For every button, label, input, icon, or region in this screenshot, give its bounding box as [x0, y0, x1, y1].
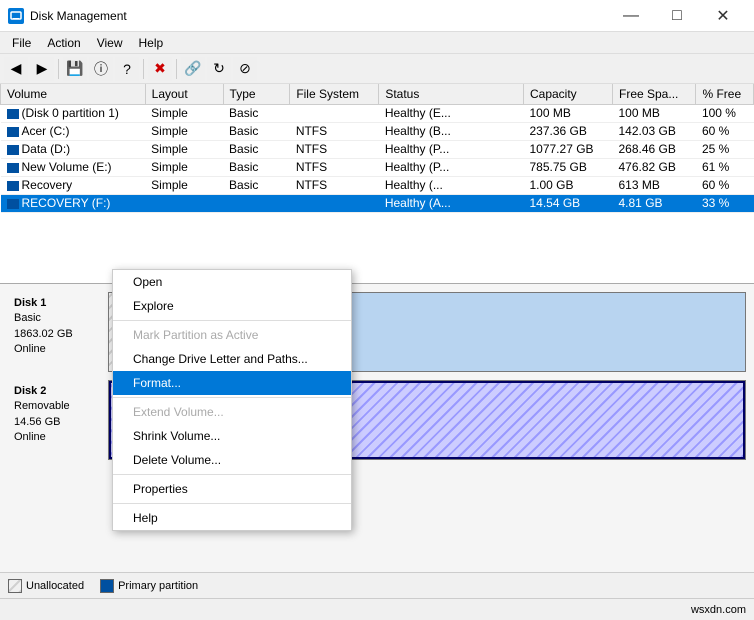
tb-cancel[interactable]: ⊘ [233, 57, 257, 81]
table-area: Volume Layout Type File System Status Ca… [0, 84, 754, 284]
tb-refresh[interactable]: ↻ [207, 57, 231, 81]
tb-help[interactable]: ? [115, 57, 139, 81]
col-header-layout[interactable]: Layout [145, 84, 223, 104]
menu-bar: File Action View Help [0, 32, 754, 54]
legend-bar: Unallocated Primary partition [0, 572, 754, 598]
tb-back[interactable]: ◀ [4, 57, 28, 81]
col-header-type[interactable]: Type [223, 84, 290, 104]
context-menu-separator [113, 320, 351, 321]
table-row[interactable]: RecoverySimpleBasicNTFSHealthy (...1.00 … [1, 176, 754, 194]
app-icon [8, 8, 24, 24]
legend-unalloc-box [8, 579, 22, 593]
tb-delete[interactable]: ✖ [148, 57, 172, 81]
tb-properties[interactable]: ⓘ [89, 57, 113, 81]
col-header-pctfree[interactable]: % Free [696, 84, 754, 104]
col-header-volume[interactable]: Volume [1, 84, 146, 104]
context-menu-item[interactable]: Open [113, 270, 351, 294]
toolbar: ◀ ▶ 💾 ⓘ ? ✖ 🔗 ↻ ⊘ [0, 54, 754, 84]
context-menu-item[interactable]: Properties [113, 477, 351, 501]
context-menu-item[interactable]: Delete Volume... [113, 448, 351, 472]
legend-unallocated: Unallocated [8, 579, 84, 593]
col-header-freespace[interactable]: Free Spa... [613, 84, 696, 104]
menu-view[interactable]: View [89, 34, 131, 52]
context-menu-item: Extend Volume... [113, 400, 351, 424]
legend-primary: Primary partition [100, 579, 198, 593]
menu-file[interactable]: File [4, 34, 39, 52]
tb-forward[interactable]: ▶ [30, 57, 54, 81]
disk-name: Disk 1 [14, 296, 102, 311]
status-bar: wsxdn.com [0, 598, 754, 620]
col-header-status[interactable]: Status [379, 84, 524, 104]
legend-primary-box [100, 579, 114, 593]
close-button[interactable]: ✕ [700, 0, 746, 32]
title-bar: Disk Management — □ ✕ [0, 0, 754, 32]
context-menu: OpenExplore Mark Partition as ActiveChang… [112, 269, 352, 531]
legend-unalloc-label: Unallocated [26, 580, 84, 592]
col-header-capacity[interactable]: Capacity [523, 84, 612, 104]
maximize-button[interactable]: □ [654, 0, 700, 32]
tb-connect[interactable]: 🔗 [181, 57, 205, 81]
context-menu-item[interactable]: Explore [113, 294, 351, 318]
volumes-table: Volume Layout Type File System Status Ca… [0, 84, 754, 213]
col-header-fs[interactable]: File System [290, 84, 379, 104]
table-row[interactable]: RECOVERY (F:)Healthy (A...14.54 GB4.81 G… [1, 194, 754, 212]
context-menu-separator [113, 474, 351, 475]
disk-label: Disk 1Basic1863.02 GBOnline [8, 292, 108, 372]
tb-show-disk[interactable]: 💾 [63, 57, 87, 81]
disk-name: Disk 2 [14, 384, 102, 399]
table-row[interactable]: Data (D:)SimpleBasicNTFSHealthy (P...107… [1, 140, 754, 158]
menu-action[interactable]: Action [39, 34, 88, 52]
main-container: Volume Layout Type File System Status Ca… [0, 84, 754, 598]
status-text: wsxdn.com [691, 604, 746, 616]
table-row[interactable]: Acer (C:)SimpleBasicNTFSHealthy (B...237… [1, 122, 754, 140]
window-title: Disk Management [30, 9, 127, 23]
menu-help[interactable]: Help [131, 34, 172, 52]
context-menu-item: Mark Partition as Active [113, 323, 351, 347]
disk-label: Disk 2Removable14.56 GBOnline [8, 380, 108, 460]
context-menu-item[interactable]: Help [113, 506, 351, 530]
window-controls: — □ ✕ [608, 0, 746, 32]
legend-primary-label: Primary partition [118, 580, 198, 592]
table-row[interactable]: New Volume (E:)SimpleBasicNTFSHealthy (P… [1, 158, 754, 176]
context-menu-separator [113, 397, 351, 398]
context-menu-separator [113, 503, 351, 504]
context-menu-item[interactable]: Shrink Volume... [113, 424, 351, 448]
context-menu-item[interactable]: Format... [113, 371, 351, 395]
table-row[interactable]: (Disk 0 partition 1)SimpleBasicHealthy (… [1, 104, 754, 122]
minimize-button[interactable]: — [608, 0, 654, 32]
context-menu-item[interactable]: Change Drive Letter and Paths... [113, 347, 351, 371]
